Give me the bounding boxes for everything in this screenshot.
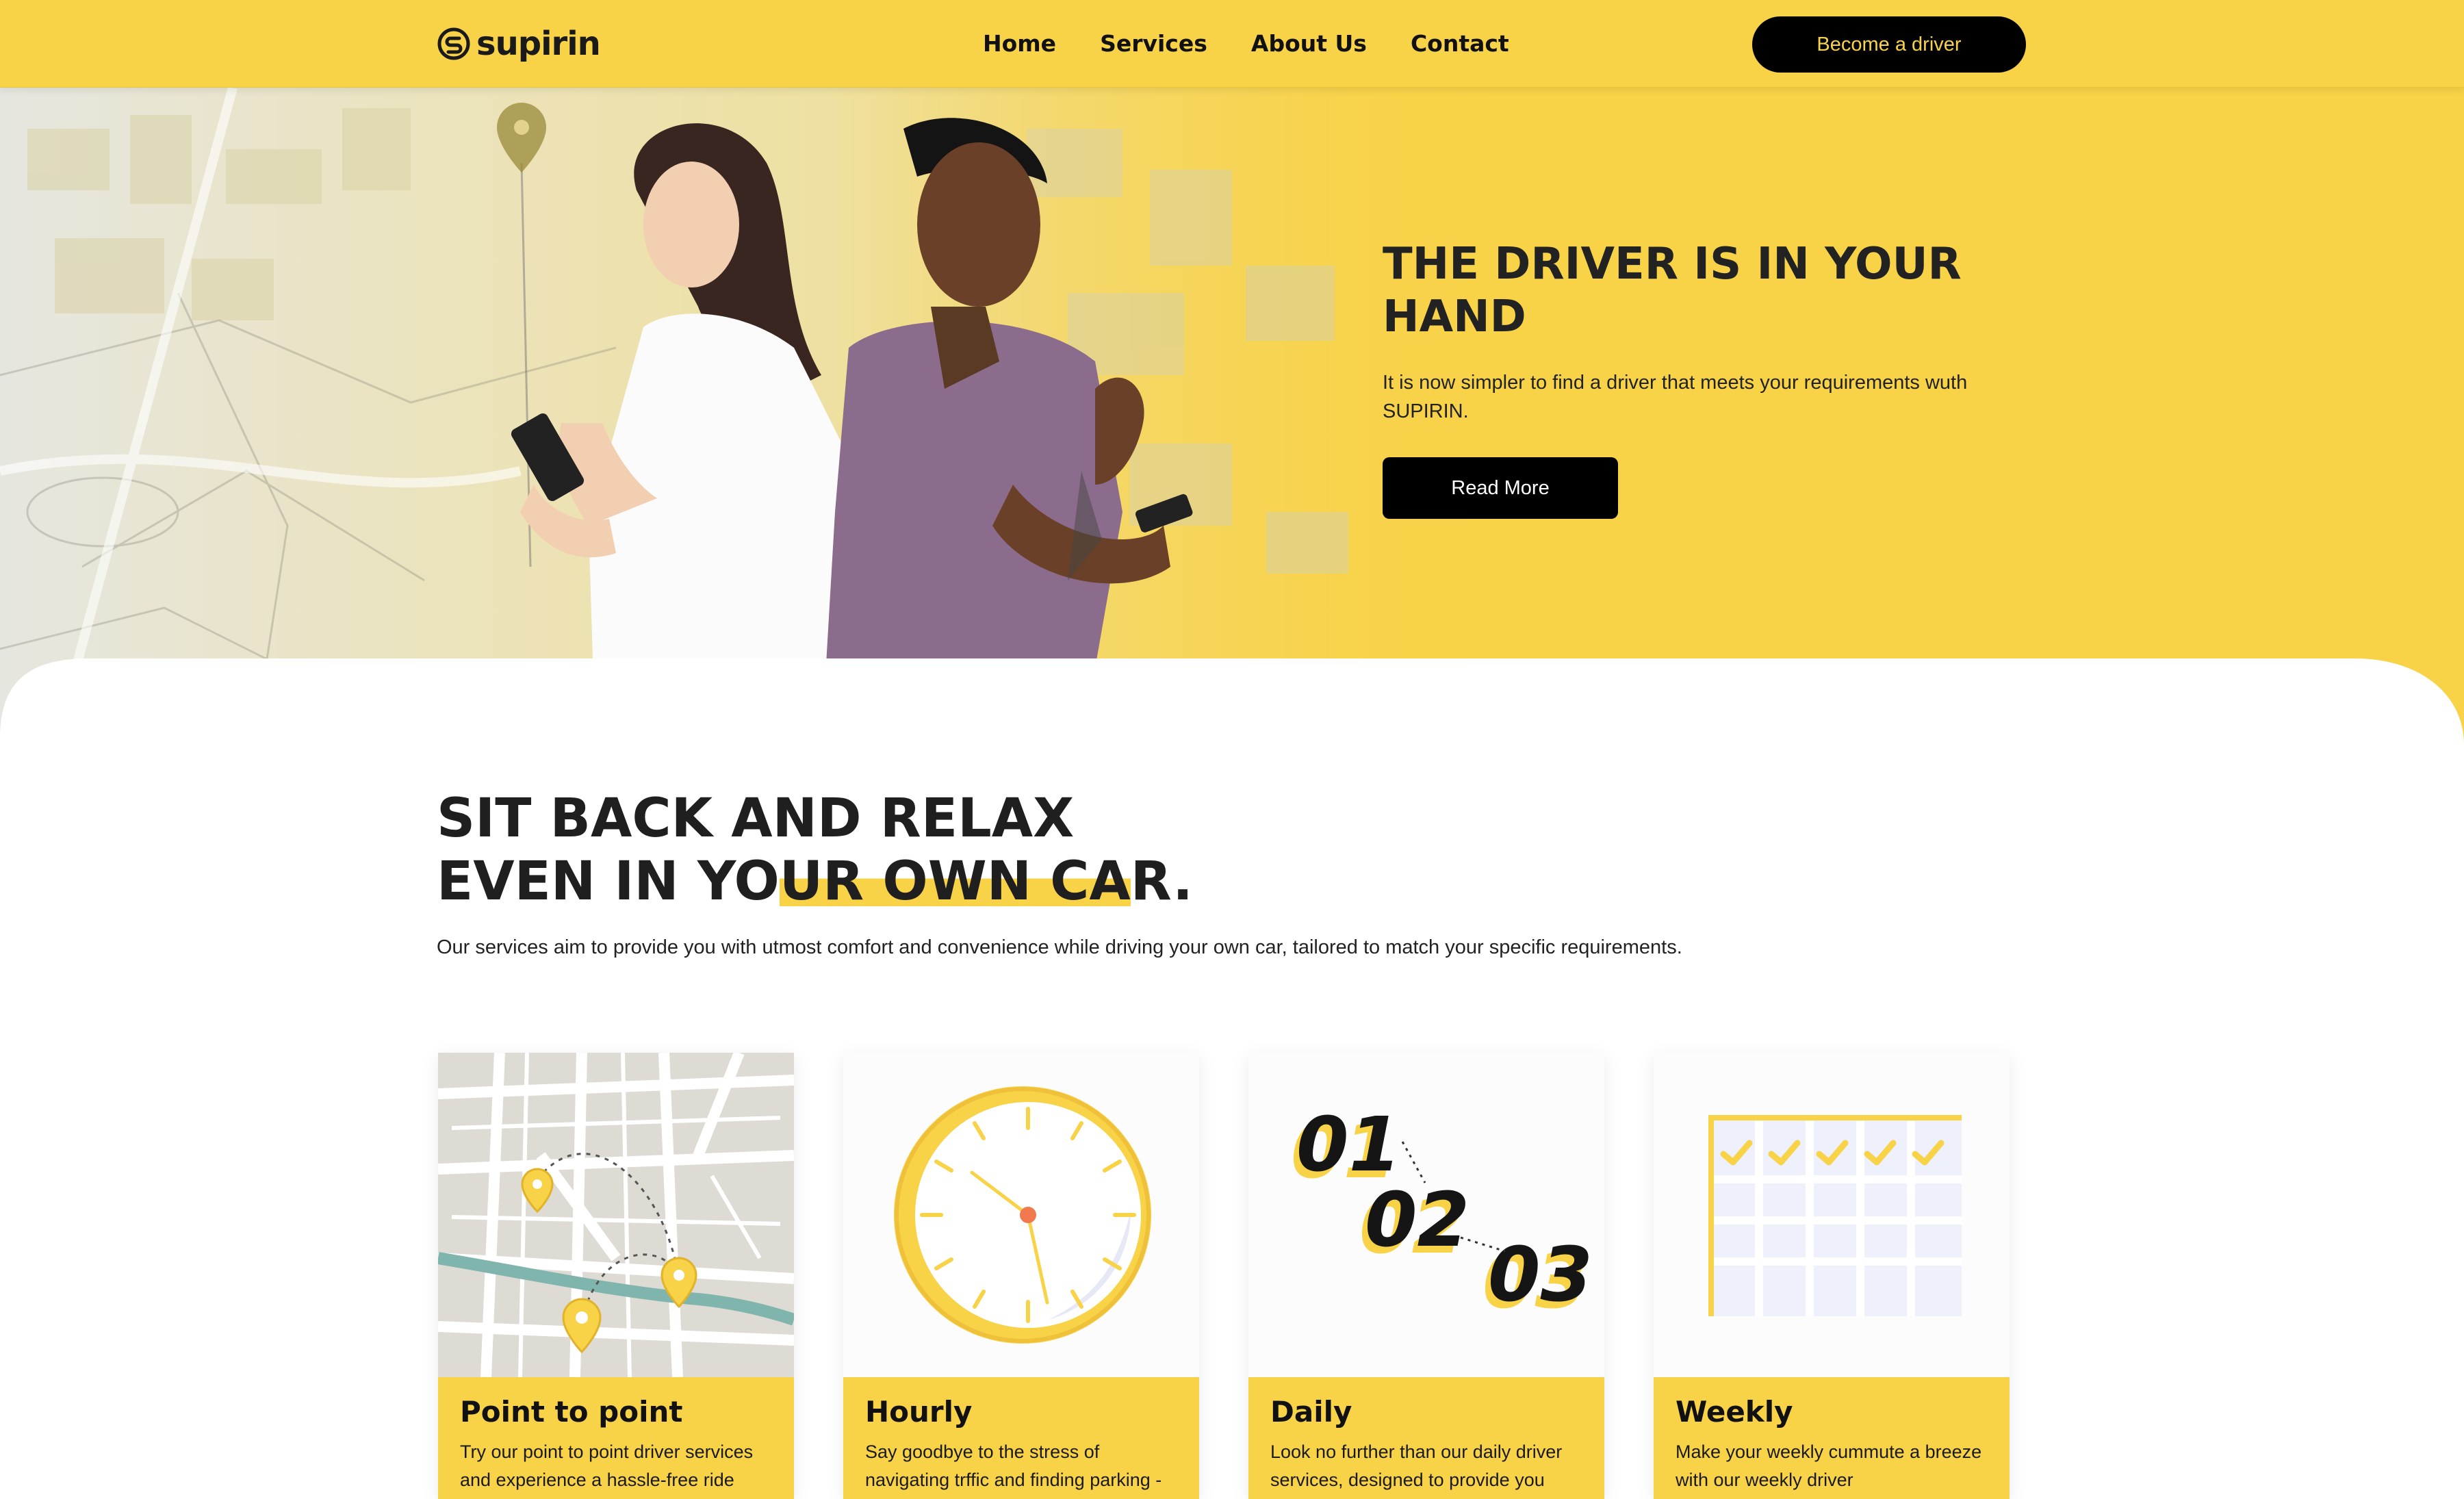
card-body: Daily Look no further than our daily dri… bbox=[1248, 1377, 1604, 1499]
clock-icon bbox=[894, 1086, 1151, 1344]
hero-wave-divider bbox=[0, 658, 2464, 793]
card-body: Weekly Make your weekly cummute a breeze… bbox=[1654, 1377, 2010, 1499]
card-title: Point to point bbox=[460, 1395, 683, 1428]
hero-description: It is now simpler to find a driver that … bbox=[1383, 372, 1968, 422]
card-image: 01 01 02 02 03 03 bbox=[1248, 1053, 1604, 1377]
card-image bbox=[1654, 1053, 2010, 1377]
card-image bbox=[843, 1053, 1199, 1377]
card-title: Hourly bbox=[865, 1395, 973, 1428]
card-title: Weekly bbox=[1676, 1395, 1793, 1428]
card-description: Make your weekly cummute a breeze with o… bbox=[1676, 1442, 1982, 1490]
card-description: Try our point to point driver services a… bbox=[460, 1442, 754, 1490]
nav-about-us[interactable]: About Us bbox=[1251, 30, 1367, 57]
service-card-daily[interactable]: 01 01 02 02 03 03 Daily Look no further … bbox=[1248, 1053, 1604, 1499]
card-description: Look no further than our daily driver se… bbox=[1270, 1442, 1563, 1490]
section-title-line2a: EVEN IN YO bbox=[437, 851, 780, 912]
card-description: Say goodbye to the stress of navigating … bbox=[865, 1442, 1162, 1490]
section-title-line1: SIT BACK AND RELAX bbox=[437, 788, 1075, 849]
navbar: supirin Home Services About Us Contact B… bbox=[0, 0, 2464, 88]
section-title: SIT BACK AND RELAX EVEN IN YOUR OWN CAR. bbox=[437, 787, 1600, 913]
card-body: Hourly Say goodbye to the stress of navi… bbox=[843, 1377, 1199, 1499]
section-description: Our services aim to provide you with utm… bbox=[437, 936, 1682, 958]
hero: THE DRIVER IS IN YOUR HAND It is now sim… bbox=[0, 88, 2464, 746]
card-body: Point to point Try our point to point dr… bbox=[438, 1377, 794, 1499]
hero-title: THE DRIVER IS IN YOUR HAND bbox=[1383, 239, 1962, 342]
number-02: 02 bbox=[1365, 1176, 1470, 1264]
card-title: Daily bbox=[1270, 1395, 1352, 1428]
map-pins-icon bbox=[438, 1053, 794, 1377]
service-card-hourly[interactable]: Hourly Say goodbye to the stress of navi… bbox=[843, 1053, 1199, 1499]
main-nav: Home Services About Us Contact bbox=[983, 30, 1509, 57]
hero-people-image bbox=[511, 118, 1193, 746]
service-card-point-to-point[interactable]: Point to point Try our point to point dr… bbox=[438, 1053, 794, 1499]
service-card-weekly[interactable]: Weekly Make your weekly cummute a breeze… bbox=[1654, 1053, 2010, 1499]
become-driver-button[interactable]: Become a driver bbox=[1752, 16, 2026, 73]
logo[interactable]: supirin bbox=[437, 25, 601, 63]
nav-services[interactable]: Services bbox=[1100, 30, 1207, 57]
number-03: 03 bbox=[1488, 1231, 1593, 1318]
card-image bbox=[438, 1053, 794, 1377]
numbers-icon: 01 01 02 02 03 03 bbox=[1291, 1101, 1593, 1325]
read-more-button[interactable]: Read More bbox=[1383, 457, 1618, 519]
number-01: 01 bbox=[1296, 1101, 1401, 1188]
section-title-highlight: UR OWN CA bbox=[779, 851, 1131, 912]
logo-icon bbox=[437, 27, 470, 60]
nav-home[interactable]: Home bbox=[983, 30, 1056, 57]
nav-contact[interactable]: Contact bbox=[1411, 30, 1509, 57]
logo-text: supirin bbox=[476, 25, 601, 63]
section-title-line2b: R. bbox=[1130, 851, 1193, 912]
calendar-icon bbox=[1708, 1115, 1962, 1316]
